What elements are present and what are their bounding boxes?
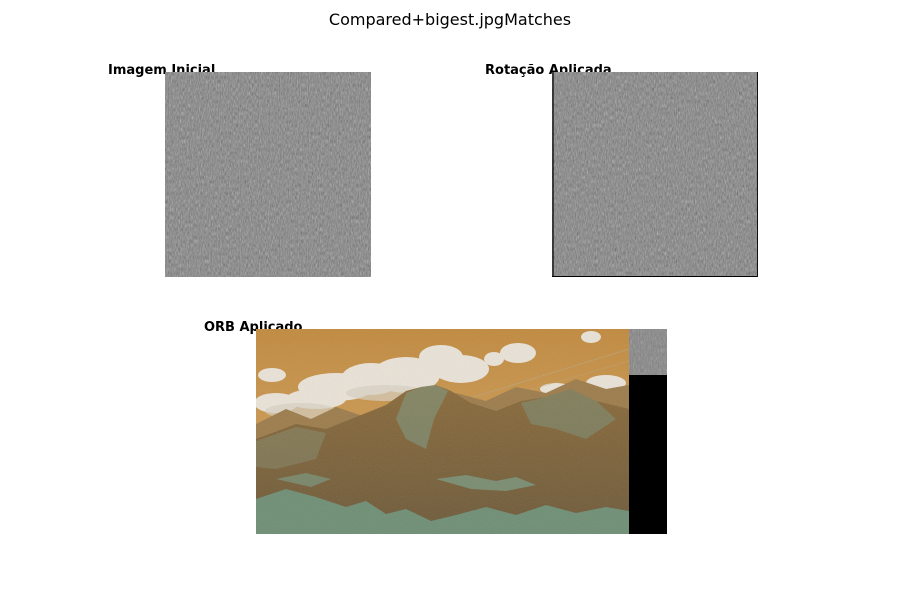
rotated-noise-image (552, 72, 758, 277)
orb-matches-image (256, 329, 667, 534)
figure-title: Compared+bigest.jpgMatches (328, 10, 572, 29)
initial-noise-image (165, 72, 371, 277)
